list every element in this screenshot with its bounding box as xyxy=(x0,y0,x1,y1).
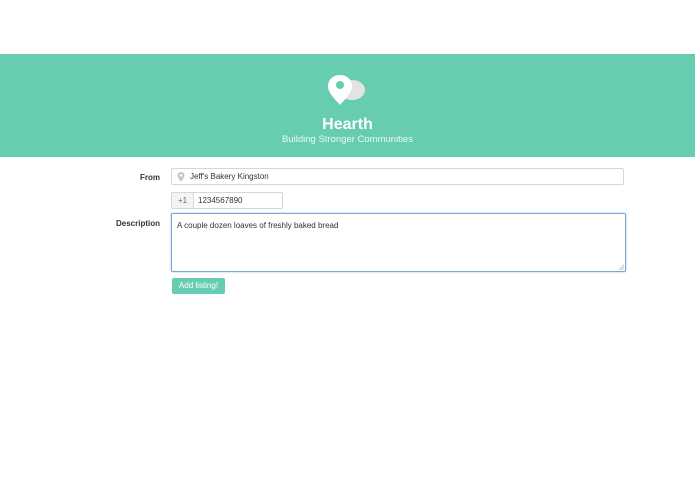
map-pin-icon xyxy=(177,172,185,182)
from-input[interactable]: Jeff's Bakery Kingston xyxy=(171,168,624,185)
phone-input-group[interactable]: +1 1234567890 xyxy=(171,192,283,209)
from-label: From xyxy=(140,173,160,182)
phone-input-value: 1234567890 xyxy=(198,196,243,205)
description-textarea[interactable]: A couple dozen loaves of freshly baked b… xyxy=(171,213,626,272)
app-subtitle: Building Stronger Communities xyxy=(282,134,413,145)
map-pin-logo-icon xyxy=(328,75,365,105)
from-input-value: Jeff's Bakery Kingston xyxy=(190,172,269,181)
description-label: Description xyxy=(115,219,160,228)
description-value: A couple dozen loaves of freshly baked b… xyxy=(177,221,339,230)
add-listing-button[interactable]: Add listing! xyxy=(172,278,225,294)
phone-country-code: +1 xyxy=(172,193,194,208)
resize-handle-icon[interactable] xyxy=(618,264,624,270)
header-banner: Hearth Building Stronger Communities xyxy=(0,54,695,157)
app-title: Hearth xyxy=(322,116,373,133)
